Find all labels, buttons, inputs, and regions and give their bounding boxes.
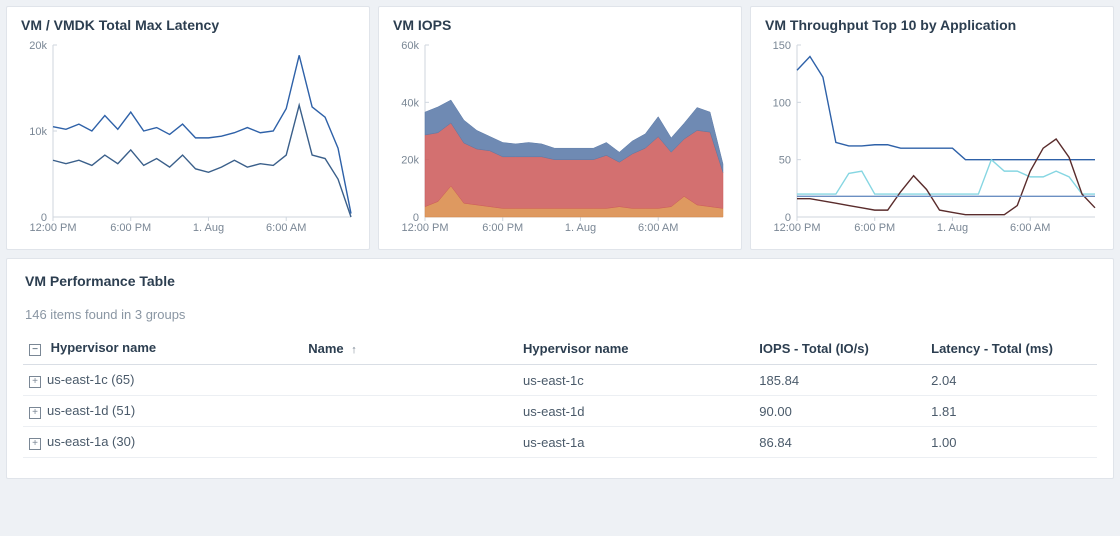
svg-text:100: 100 — [773, 97, 791, 109]
vm-performance-table: − Hypervisor name Name ↑ Hypervisor name… — [23, 332, 1097, 458]
svg-text:50: 50 — [779, 155, 791, 167]
svg-text:10k: 10k — [29, 126, 47, 138]
collapse-all-icon[interactable]: − — [29, 344, 41, 356]
svg-text:6:00 PM: 6:00 PM — [110, 222, 151, 234]
svg-text:12:00 PM: 12:00 PM — [29, 222, 76, 234]
svg-text:60k: 60k — [401, 40, 419, 52]
svg-text:6:00 AM: 6:00 AM — [638, 222, 678, 234]
row-latency: 1.81 — [925, 396, 1097, 427]
chart-throughput[interactable]: 05010015012:00 PM6:00 PM1. Aug6:00 AM — [763, 39, 1101, 239]
card-vm-perf-table: VM Performance Table 146 items found in … — [6, 258, 1114, 479]
svg-text:6:00 PM: 6:00 PM — [854, 222, 895, 234]
row-hv: us-east-1d — [517, 396, 753, 427]
svg-text:150: 150 — [773, 40, 791, 52]
col-label: Hypervisor name — [51, 340, 157, 355]
col-hypervisor-name-2[interactable]: Hypervisor name — [517, 332, 753, 365]
card-vm-iops: VM IOPS 020k40k60k12:00 PM6:00 PM1. Aug6… — [378, 6, 742, 250]
col-label: Hypervisor name — [523, 341, 629, 356]
svg-text:12:00 PM: 12:00 PM — [773, 222, 820, 234]
row-label: us-east-1a (30) — [47, 434, 135, 449]
table-title: VM Performance Table — [25, 273, 1097, 289]
table-row[interactable]: + us-east-1c (65) us-east-1c185.842.04 — [23, 365, 1097, 396]
svg-text:6:00 AM: 6:00 AM — [1010, 222, 1050, 234]
row-latency: 1.00 — [925, 427, 1097, 458]
expand-row-icon[interactable]: + — [29, 438, 41, 450]
svg-text:20k: 20k — [29, 40, 47, 52]
col-name[interactable]: Name ↑ — [302, 332, 517, 365]
svg-text:6:00 PM: 6:00 PM — [482, 222, 523, 234]
card-title: VM IOPS — [393, 17, 729, 33]
chart-iops[interactable]: 020k40k60k12:00 PM6:00 PM1. Aug6:00 AM — [391, 39, 729, 239]
row-hv: us-east-1a — [517, 427, 753, 458]
sort-asc-icon: ↑ — [351, 344, 357, 356]
col-label: IOPS - Total (IO/s) — [759, 341, 869, 356]
card-vm-throughput: VM Throughput Top 10 by Application 0501… — [750, 6, 1114, 250]
table-body: + us-east-1c (65) us-east-1c185.842.04 + us-… — [23, 365, 1097, 458]
col-iops-total[interactable]: IOPS - Total (IO/s) — [753, 332, 925, 365]
chart-latency[interactable]: 010k20k12:00 PM6:00 PM1. Aug6:00 AM — [19, 39, 357, 239]
col-label: Latency - Total (ms) — [931, 341, 1053, 356]
row-label: us-east-1c (65) — [47, 372, 134, 387]
card-vm-latency: VM / VMDK Total Max Latency 010k20k12:00… — [6, 6, 370, 250]
table-header-row: − Hypervisor name Name ↑ Hypervisor name… — [23, 332, 1097, 365]
expand-row-icon[interactable]: + — [29, 376, 41, 388]
svg-text:12:00 PM: 12:00 PM — [401, 222, 448, 234]
row-hv: us-east-1c — [517, 365, 753, 396]
table-row[interactable]: + us-east-1a (30) us-east-1a86.841.00 — [23, 427, 1097, 458]
col-latency-total[interactable]: Latency - Total (ms) — [925, 332, 1097, 365]
col-label: Name — [308, 341, 343, 356]
svg-text:6:00 AM: 6:00 AM — [266, 222, 306, 234]
table-meta: 146 items found in 3 groups — [25, 307, 1097, 322]
svg-text:40k: 40k — [401, 97, 419, 109]
table-row[interactable]: + us-east-1d (51) us-east-1d90.001.81 — [23, 396, 1097, 427]
svg-text:1. Aug: 1. Aug — [193, 222, 224, 234]
row-iops: 90.00 — [753, 396, 925, 427]
row-iops: 86.84 — [753, 427, 925, 458]
col-hypervisor-name[interactable]: − Hypervisor name — [23, 332, 302, 365]
row-iops: 185.84 — [753, 365, 925, 396]
svg-text:1. Aug: 1. Aug — [937, 222, 968, 234]
row-label: us-east-1d (51) — [47, 403, 135, 418]
svg-text:20k: 20k — [401, 155, 419, 167]
row-latency: 2.04 — [925, 365, 1097, 396]
card-title: VM / VMDK Total Max Latency — [21, 17, 357, 33]
expand-row-icon[interactable]: + — [29, 407, 41, 419]
card-title: VM Throughput Top 10 by Application — [765, 17, 1101, 33]
svg-text:1. Aug: 1. Aug — [565, 222, 596, 234]
